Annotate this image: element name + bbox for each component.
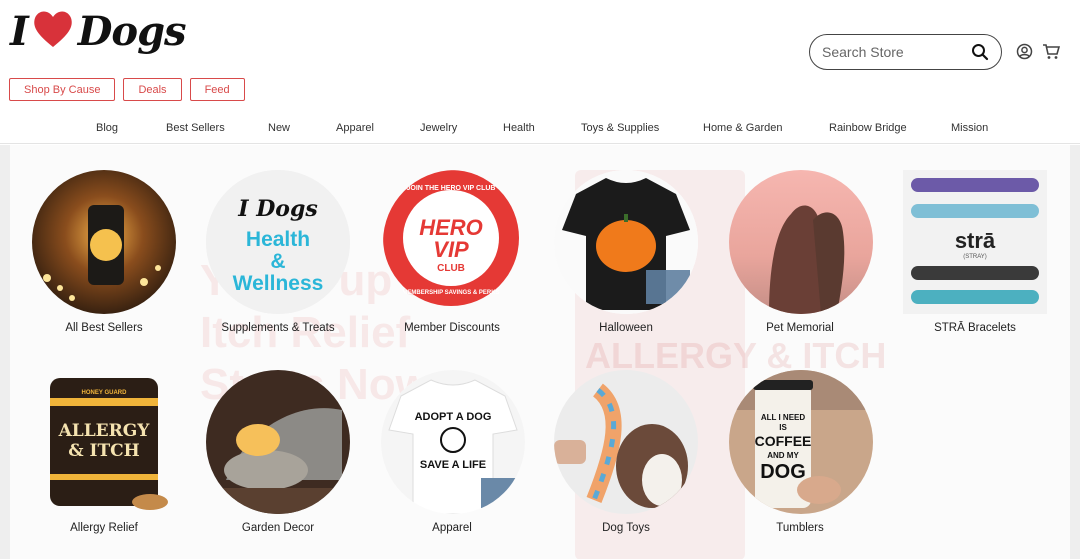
category-label[interactable]: STRĀ Bracelets (890, 322, 1060, 334)
nav-item-toys-supplies[interactable]: Toys & Supplies (581, 122, 659, 134)
category-label[interactable]: Tumblers (715, 522, 885, 534)
category-label[interactable]: Dog Toys (541, 522, 711, 534)
category-label[interactable]: Garden Decor (193, 522, 363, 534)
category-image-best-sellers[interactable] (32, 170, 176, 314)
nav-item-rainbow-bridge[interactable]: Rainbow Bridge (829, 122, 907, 134)
nav-item-best-sellers[interactable]: Best Sellers (166, 122, 225, 134)
category-image-pet-memorial[interactable] (729, 170, 873, 314)
art-wellness: Wellness (233, 272, 324, 295)
art-brand: I Dogs (237, 196, 317, 222)
category-image-garden-decor[interactable] (206, 370, 350, 514)
logo-i: I (10, 7, 29, 55)
art-stra: strā (955, 228, 996, 253)
category-section: Your Pup's Itch Relief Starts Now ALLERG… (0, 145, 1080, 559)
logo-dogs: Dogs (77, 7, 187, 55)
heart-icon (32, 9, 74, 54)
feed-button[interactable]: Feed (189, 78, 245, 101)
nav-item-blog[interactable]: Blog (96, 122, 118, 134)
category-label[interactable]: Allergy Relief (19, 522, 189, 534)
category-image-dog-toys[interactable] (554, 370, 698, 514)
nav-item-home-garden[interactable]: Home & Garden (703, 122, 782, 134)
art-top: JOIN THE HERO VIP CLUB (407, 185, 496, 192)
art-all-i-need: ALL I NEED (761, 413, 806, 422)
category-label[interactable]: All Best Sellers (19, 322, 189, 334)
category-image-member-discounts[interactable]: JOIN THE HERO VIP CLUB HERO VIP CLUB MEM… (383, 170, 527, 314)
art-itch: & ITCH (68, 441, 139, 461)
category-image-allergy-relief[interactable]: HONEY GUARD ALLERGY & ITCH (32, 370, 176, 514)
art-and-my: AND MY (767, 451, 799, 460)
category-image-apparel[interactable]: ADOPT A DOG SAVE A LIFE (381, 370, 525, 514)
art-bottom: MEMBERSHIP SAVINGS & PERKS (402, 290, 499, 296)
nav-item-new[interactable]: New (268, 122, 290, 134)
category-image-stra-bracelets[interactable]: strā (STRAY) (903, 170, 1047, 314)
quick-links: Shop By Cause Deals Feed (9, 78, 245, 101)
category-label[interactable]: Halloween (541, 322, 711, 334)
category-image-tumblers[interactable]: ALL I NEED IS COFFEE AND MY DOG (729, 370, 873, 514)
shop-by-cause-button[interactable]: Shop By Cause (9, 78, 116, 101)
art-dog: DOG (760, 461, 806, 483)
art-coffee: COFFEE (755, 433, 812, 449)
search-icon[interactable] (971, 43, 989, 66)
art-vip: VIP (433, 237, 469, 262)
category-image-supplements[interactable]: I Dogs Health & Wellness (206, 170, 350, 314)
art-honey-guard: HONEY GUARD (82, 390, 128, 396)
nav-item-jewelry[interactable]: Jewelry (420, 122, 457, 134)
search-input[interactable] (822, 44, 962, 60)
art-club: CLUB (437, 263, 465, 274)
art-stray: (STRAY) (963, 254, 987, 260)
nav-item-mission[interactable]: Mission (951, 122, 988, 134)
nav-item-health[interactable]: Health (503, 122, 535, 134)
art-is: IS (779, 423, 787, 432)
art-amp: & (270, 250, 285, 273)
category-image-halloween[interactable] (554, 170, 698, 314)
art-adopt: ADOPT A DOG (415, 411, 492, 423)
art-health: Health (246, 228, 310, 251)
nav-item-apparel[interactable]: Apparel (336, 122, 374, 134)
site-header: I Dogs Shop By Cause Deals Feed Blog Bes… (0, 0, 1080, 145)
art-save: SAVE A LIFE (420, 459, 486, 471)
account-icon[interactable] (1016, 43, 1033, 65)
site-logo[interactable]: I Dogs (10, 4, 187, 58)
art-allergy: ALLERGY (58, 421, 151, 441)
main-nav: Blog Best Sellers New Apparel Jewelry He… (0, 116, 1080, 144)
search-bar[interactable] (809, 34, 1002, 70)
category-label[interactable]: Supplements & Treats (193, 322, 363, 334)
category-label[interactable]: Pet Memorial (715, 322, 885, 334)
category-label[interactable]: Apparel (367, 522, 537, 534)
cart-icon[interactable] (1042, 43, 1061, 65)
category-label[interactable]: Member Discounts (367, 322, 537, 334)
deals-button[interactable]: Deals (123, 78, 182, 101)
